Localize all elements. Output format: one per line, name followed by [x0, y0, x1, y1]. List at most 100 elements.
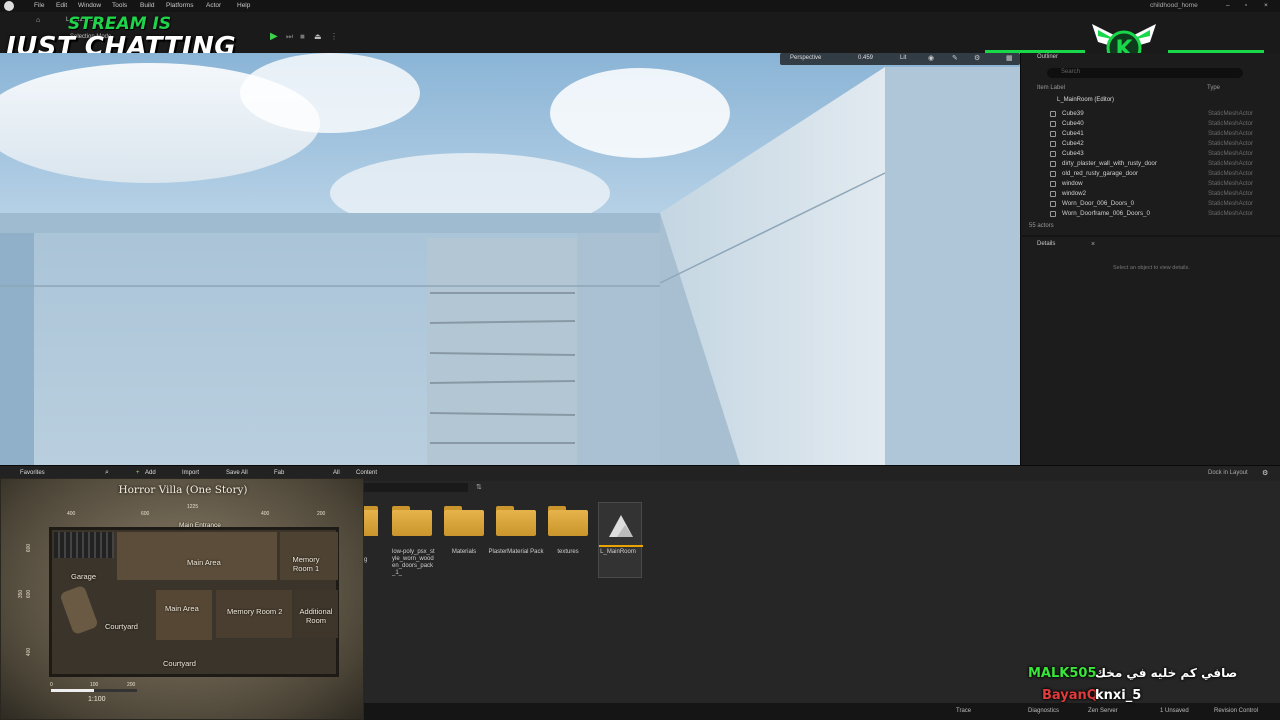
menu-edit[interactable]: Edit — [56, 2, 67, 9]
main-area-floor — [117, 532, 277, 580]
folder-icon — [392, 506, 432, 536]
mesh-actor-icon — [1050, 191, 1056, 197]
search-icon[interactable]: ⌕ — [105, 469, 109, 477]
diagnostics-button[interactable]: Diagnostics — [1028, 708, 1059, 714]
outliner-row[interactable]: dirty_plaster_wall_with_rusty_door Static… — [1030, 160, 1270, 170]
outliner-row-type: StaticMeshActor — [1208, 140, 1254, 147]
level-viewport[interactable] — [0, 53, 1020, 465]
camera-speed[interactable]: 0.459 — [858, 55, 873, 61]
outliner-search[interactable]: Search — [1047, 68, 1243, 78]
details-empty-text: Select an object to view details. — [1113, 265, 1190, 271]
menu-window[interactable]: Window — [78, 2, 101, 9]
snap-icon[interactable]: ✎ — [952, 54, 958, 62]
home-icon[interactable]: ⌂ — [36, 17, 40, 24]
cb-settings-icon[interactable]: ⚙ — [1262, 469, 1268, 477]
lit-dropdown[interactable]: Lit — [900, 55, 906, 61]
advance-frame-icon[interactable]: ⏭ — [286, 32, 293, 42]
layout-icon[interactable]: ▦ — [1006, 54, 1013, 62]
stop-icon[interactable]: ■ — [300, 32, 305, 41]
menu-build[interactable]: Build — [140, 2, 154, 9]
menu-actor[interactable]: Actor — [206, 2, 221, 9]
asset-label: textures — [557, 549, 579, 555]
details-close-icon[interactable]: × — [1091, 241, 1095, 248]
menu-file[interactable]: File — [34, 2, 44, 9]
outliner-row[interactable]: Cube40 StaticMeshActor — [1030, 120, 1270, 130]
scale-tick-1: 100 — [90, 682, 99, 688]
stream-title-line1: STREAM IS — [68, 14, 172, 34]
map-title: Horror Villa (One Story) — [118, 484, 248, 496]
outliner-row[interactable]: Cube39 StaticMeshActor — [1030, 110, 1270, 120]
favorites-label[interactable]: Favorites — [20, 470, 45, 476]
outliner-row-name: dirty_plaster_wall_with_rusty_door — [1062, 160, 1157, 167]
outliner-row-type: StaticMeshActor — [1208, 190, 1254, 197]
tick-top-0: 400 — [67, 511, 76, 517]
tick-left-3: 400 — [26, 647, 33, 657]
dock-in-layout-button[interactable]: Dock in Layout — [1208, 470, 1248, 476]
sort-icon[interactable]: ⇅ — [476, 483, 482, 491]
column-type[interactable]: Type — [1207, 85, 1220, 91]
add-button[interactable]: Add — [145, 470, 156, 476]
minimize-icon[interactable]: – — [1226, 2, 1230, 9]
maximize-icon[interactable]: ▫ — [1245, 2, 1247, 9]
room-additional: Additional Room — [299, 607, 333, 625]
perspective-dropdown[interactable]: Perspective — [790, 55, 821, 61]
details-tab[interactable]: Details — [1037, 241, 1055, 247]
menu-platforms[interactable]: Platforms — [166, 2, 193, 9]
outliner-row-name: Cube43 — [1062, 150, 1084, 157]
import-button[interactable]: Import — [182, 470, 199, 476]
trace-button[interactable]: Trace — [956, 708, 971, 714]
mesh-actor-icon — [1050, 171, 1056, 177]
revision-control-button[interactable]: Revision Control — [1214, 708, 1258, 714]
chat-user-1: MALK505 — [1028, 666, 1097, 681]
outliner-root[interactable]: L_MainRoom (Editor) — [1057, 97, 1114, 103]
outliner-row-name: Cube39 — [1062, 110, 1084, 117]
outliner-row[interactable]: old_red_rusty_garage_door StaticMeshActor — [1030, 170, 1270, 180]
folder-icon — [444, 506, 484, 536]
outliner-row[interactable]: window StaticMeshActor — [1030, 180, 1270, 190]
path-all[interactable]: All — [333, 470, 340, 476]
eject-icon[interactable]: ⏏ — [314, 32, 322, 41]
more-options-icon[interactable]: ⋮ — [330, 32, 338, 41]
outliner-row[interactable]: window2 StaticMeshActor — [1030, 190, 1270, 200]
save-all-button[interactable]: Save All — [226, 470, 248, 476]
project-name: childhood_home — [1150, 2, 1198, 9]
mesh-actor-icon — [1050, 151, 1056, 157]
outliner-row[interactable]: Worn_Doorframe_006_Doors_0 StaticMeshActo… — [1030, 210, 1270, 220]
filter-dropdown[interactable] — [364, 483, 468, 492]
mesh-actor-icon — [1050, 161, 1056, 167]
level-thumbnail — [598, 502, 643, 578]
unreal-logo-icon[interactable] — [4, 1, 14, 11]
zen-server-button[interactable]: Zen Server — [1088, 708, 1118, 714]
settings-icon[interactable]: ⚙ — [974, 54, 980, 62]
menu-bar: File Edit Window Tools Build Platforms A… — [0, 0, 1280, 12]
outliner-row[interactable]: Worn_Door_006_Doors_0 StaticMeshActor — [1030, 200, 1270, 210]
close-icon[interactable]: × — [1264, 2, 1268, 9]
outliner-row-name: Cube42 — [1062, 140, 1084, 147]
asset-label: Materials — [451, 549, 477, 555]
scale-label: 1:100 — [88, 696, 106, 703]
mesh-actor-icon — [1050, 141, 1056, 147]
tick-top-1: 600 — [141, 511, 150, 517]
outliner-tab[interactable]: Outliner — [1037, 54, 1058, 60]
outliner-row[interactable]: Cube43 StaticMeshActor — [1030, 150, 1270, 160]
mesh-actor-icon — [1050, 201, 1056, 207]
scale-tick-0: 0 — [50, 682, 53, 688]
add-button-icon: + — [136, 470, 140, 476]
unsaved-button[interactable]: 1 Unsaved — [1160, 708, 1189, 714]
menu-help[interactable]: Help — [237, 2, 250, 9]
room-memory-1: Memory Room 1 — [292, 555, 320, 573]
outliner-row[interactable]: Cube41 StaticMeshActor — [1030, 130, 1270, 140]
mesh-actor-icon — [1050, 211, 1056, 217]
outliner-row-name: Worn_Doorframe_006_Doors_0 — [1062, 210, 1150, 217]
outliner-row[interactable]: Cube42 StaticMeshActor — [1030, 140, 1270, 150]
show-icon[interactable]: ◉ — [928, 54, 934, 62]
path-content[interactable]: Content — [356, 470, 377, 476]
play-icon[interactable]: ▶ — [270, 31, 278, 42]
room-courtyard-2: Courtyard — [163, 659, 196, 668]
fab-button[interactable]: Fab — [274, 470, 284, 476]
menu-tools[interactable]: Tools — [112, 2, 127, 9]
outliner-row-name: window2 — [1062, 190, 1087, 197]
tick-left-1: 350 — [18, 589, 25, 599]
room-memory-2: Memory Room 2 — [227, 607, 283, 616]
column-item-label[interactable]: Item Label — [1037, 85, 1065, 91]
